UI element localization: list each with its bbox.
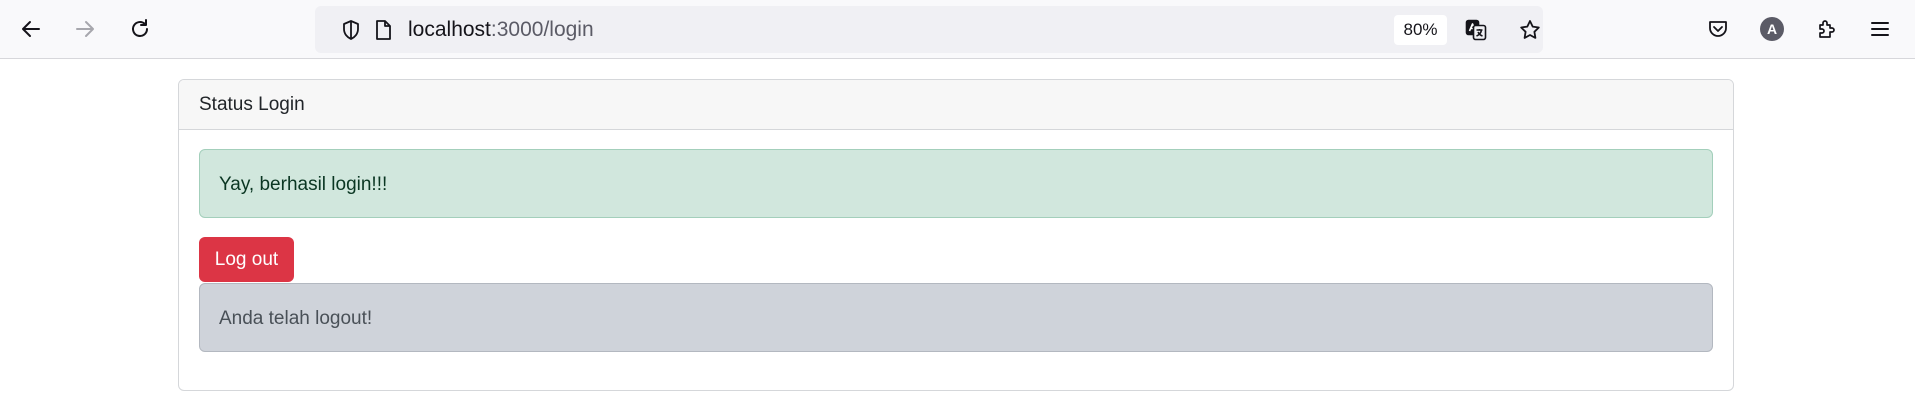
url-path: :3000/login — [490, 18, 594, 41]
extensions-button[interactable] — [1809, 11, 1845, 47]
hamburger-menu-icon — [1871, 22, 1889, 36]
browser-toolbar: localhost:3000/login 80% A — [0, 0, 1915, 59]
shield-icon[interactable] — [339, 18, 363, 42]
url-text[interactable]: localhost:3000/login — [408, 6, 594, 53]
translate-icon[interactable] — [1464, 18, 1488, 42]
account-button[interactable]: A — [1754, 11, 1790, 47]
reload-icon — [132, 19, 148, 37]
reload-button[interactable] — [122, 11, 158, 47]
url-bar[interactable]: localhost:3000/login 80% — [315, 6, 1543, 53]
pocket-button[interactable] — [1700, 11, 1736, 47]
card-header: Status Login — [179, 80, 1733, 130]
logout-status-alert: Anda telah logout! — [199, 283, 1713, 352]
puzzle-icon — [1819, 20, 1835, 38]
url-host: localhost — [408, 18, 491, 41]
arrow-left-icon — [22, 21, 40, 37]
avatar: A — [1760, 17, 1784, 41]
star-icon[interactable] — [1518, 18, 1542, 42]
status-login-card: Status Login Yay, berhasil login!!! Log … — [178, 79, 1734, 391]
login-success-alert: Yay, berhasil login!!! — [199, 149, 1713, 218]
forward-button[interactable] — [67, 11, 103, 47]
back-button[interactable] — [13, 11, 49, 47]
zoom-level-button[interactable]: 80% — [1394, 15, 1447, 45]
logout-button[interactable]: Log out — [199, 237, 294, 282]
menu-button[interactable] — [1862, 11, 1898, 47]
arrow-right-icon — [76, 21, 94, 37]
page-icon[interactable] — [371, 18, 395, 42]
pocket-icon — [1709, 21, 1727, 37]
